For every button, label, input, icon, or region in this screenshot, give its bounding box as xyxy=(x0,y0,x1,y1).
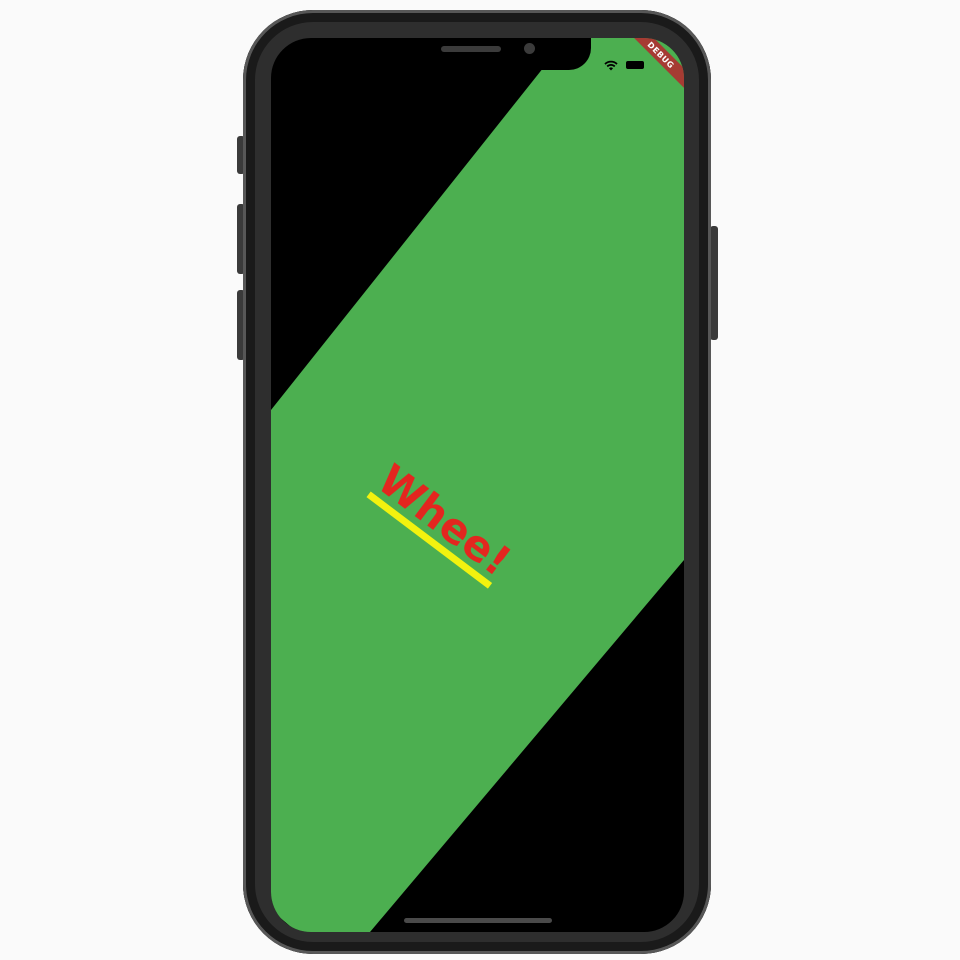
app-screen: DEBUG Whee! xyxy=(271,38,684,932)
power-button xyxy=(710,226,718,340)
rotated-green-container xyxy=(271,38,684,932)
front-camera xyxy=(524,43,535,54)
status-bar xyxy=(604,58,644,72)
home-indicator[interactable] xyxy=(404,918,552,923)
battery-icon xyxy=(626,61,644,69)
device-preview: DEBUG Whee! xyxy=(0,0,960,960)
notch xyxy=(365,38,591,70)
speaker-grille xyxy=(441,46,501,52)
wifi-icon xyxy=(604,56,618,75)
